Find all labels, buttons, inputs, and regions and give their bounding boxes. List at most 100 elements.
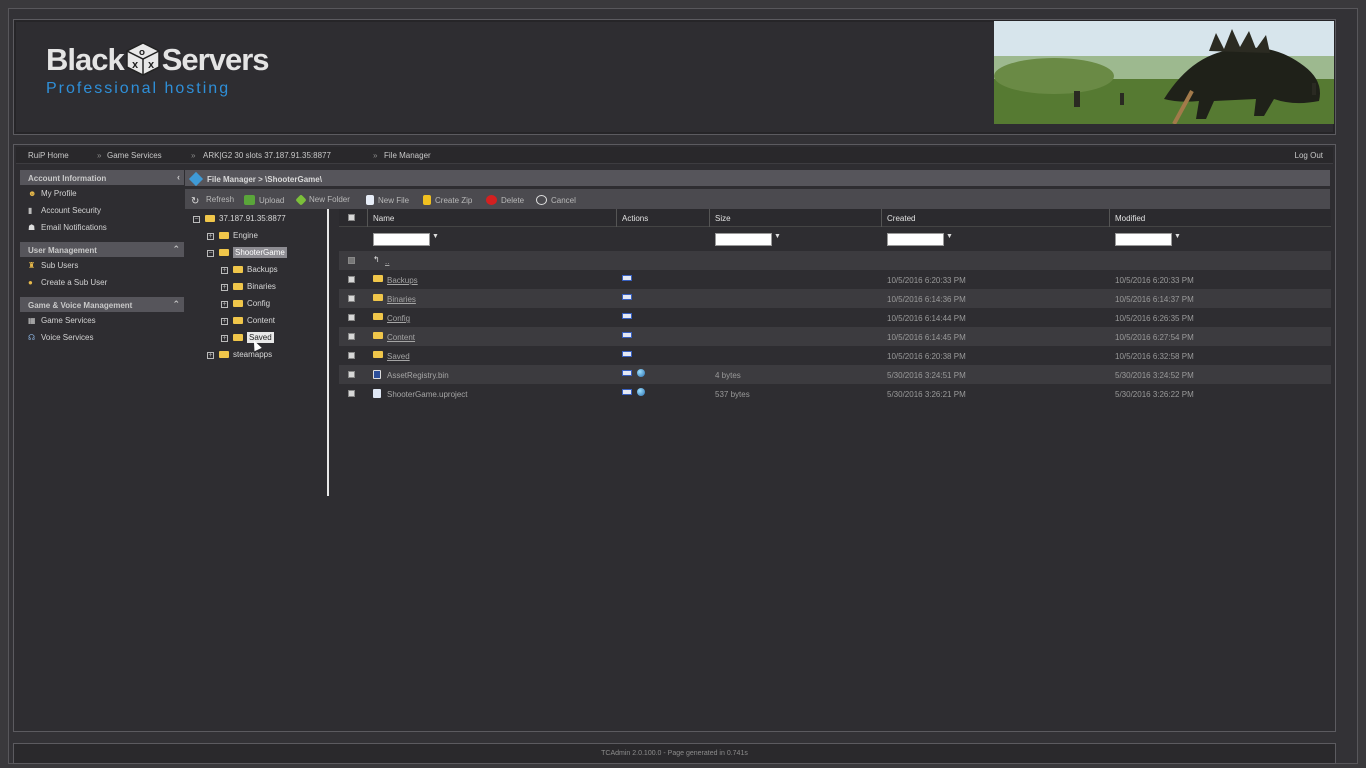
row-checkbox[interactable] [348, 257, 355, 264]
delete-button[interactable]: Delete [486, 195, 524, 205]
tree-node-steamapps[interactable]: + steamapps [207, 350, 272, 359]
collapse-arrow-icon[interactable]: ‹ [177, 172, 180, 182]
file-name-link[interactable]: Saved [387, 352, 410, 361]
sidebar-item-my-profile[interactable]: ☻ My Profile [20, 185, 184, 202]
tree-node-saved[interactable]: + Saved [221, 332, 274, 343]
expand-icon[interactable]: + [207, 233, 214, 240]
sidebar-item-account-security[interactable]: ▮ Account Security [20, 202, 184, 219]
row-checkbox[interactable] [348, 390, 355, 397]
rename-icon[interactable] [622, 313, 632, 319]
filter-dropdown-icon[interactable]: ▼ [774, 233, 781, 240]
breadcrumb-service[interactable]: ARK|G2 30 slots 37.187.91.35:8877 [203, 151, 331, 160]
tree-node-shootergame[interactable]: − ShooterGame [207, 247, 287, 258]
sidebar-item-email-notifications[interactable]: ☗ Email Notifications [20, 219, 184, 236]
collapse-icon[interactable]: − [193, 216, 200, 223]
modified-filter-input[interactable] [1115, 233, 1172, 246]
logo-text-right: Servers [161, 42, 270, 77]
size-filter-input[interactable] [715, 233, 772, 246]
section-game-voice-management[interactable]: Game & Voice Management ⌃ [20, 297, 184, 312]
tree-node-backups[interactable]: + Backups [221, 265, 278, 274]
rename-icon[interactable] [622, 351, 632, 357]
expand-icon[interactable]: + [221, 335, 228, 342]
file-name-link[interactable]: Config [387, 314, 410, 323]
table-row[interactable]: AssetRegistry.bin 4 bytes 5/30/2016 3:24… [339, 365, 1331, 384]
section-user-management[interactable]: User Management ⌃ [20, 242, 184, 257]
tree-node-root[interactable]: −37.187.91.35:8877 [193, 214, 286, 223]
collapse-icon[interactable]: − [207, 250, 214, 257]
expand-icon[interactable]: + [221, 284, 228, 291]
rename-icon[interactable] [622, 294, 632, 300]
table-row[interactable]: Saved 10/5/2016 6:20:38 PM 10/5/2016 6:3… [339, 346, 1331, 365]
row-checkbox[interactable] [348, 314, 355, 321]
select-all-checkbox[interactable] [348, 214, 355, 221]
table-row[interactable]: ShooterGame.uproject 537 bytes 5/30/2016… [339, 384, 1331, 403]
file-manager-icon [188, 171, 204, 187]
expand-icon[interactable]: + [221, 267, 228, 274]
new-file-button[interactable]: New File [366, 195, 409, 205]
column-name[interactable]: Name [373, 214, 394, 223]
rename-icon[interactable] [622, 370, 632, 376]
refresh-button[interactable]: ↻ Refresh [191, 195, 234, 207]
filter-dropdown-icon[interactable]: ▼ [1174, 233, 1181, 240]
file-name-link[interactable]: Content [387, 333, 415, 342]
download-globe-icon[interactable] [637, 369, 645, 377]
created-cell: 10/5/2016 6:20:33 PM [887, 276, 966, 285]
filter-dropdown-icon[interactable]: ▼ [946, 233, 953, 240]
breadcrumb-home[interactable]: RuiP Home [28, 151, 69, 160]
expand-icon[interactable]: + [221, 318, 228, 325]
row-checkbox[interactable] [348, 276, 355, 283]
table-row[interactable]: Binaries 10/5/2016 6:14:36 PM 10/5/2016 … [339, 289, 1331, 308]
expand-icon[interactable]: + [207, 352, 214, 359]
section-account-information[interactable]: Account Information ‹ [20, 170, 184, 185]
download-globe-icon[interactable] [637, 388, 645, 396]
rename-icon[interactable] [622, 275, 632, 281]
tree-node-config[interactable]: + Config [221, 299, 270, 308]
upload-button[interactable]: Upload [244, 195, 284, 205]
created-filter-input[interactable] [887, 233, 944, 246]
rename-icon[interactable] [622, 332, 632, 338]
page-footer: TCAdmin 2.0.100.0 - Page generated in 0.… [13, 743, 1336, 764]
folder-icon [219, 232, 229, 239]
sidebar-item-sub-users[interactable]: ♜ Sub Users [20, 257, 184, 274]
folder-icon [233, 283, 243, 290]
table-row[interactable]: Content 10/5/2016 6:14:45 PM 10/5/2016 6… [339, 327, 1331, 346]
filter-dropdown-icon[interactable]: ▼ [432, 233, 439, 240]
file-name-link[interactable]: AssetRegistry.bin [387, 371, 449, 380]
row-checkbox[interactable] [348, 371, 355, 378]
column-modified[interactable]: Modified [1115, 214, 1145, 223]
tree-node-content[interactable]: + Content [221, 316, 275, 325]
parent-folder-link[interactable]: .. [385, 257, 389, 266]
rename-icon[interactable] [622, 389, 632, 395]
grid-header: Name Actions Size Created Modified [339, 209, 1331, 227]
folder-tree: −37.187.91.35:8877 + Engine − ShooterGame … [185, 209, 329, 496]
tree-node-engine[interactable]: + Engine [207, 231, 258, 240]
collapse-arrow-icon[interactable]: ⌃ [172, 244, 180, 255]
sidebar-item-voice-services[interactable]: ☊ Voice Services [20, 329, 184, 346]
file-name-link[interactable]: ShooterGame.uproject [387, 390, 468, 399]
breadcrumb-file-manager[interactable]: File Manager [384, 151, 431, 160]
name-filter-input[interactable] [373, 233, 430, 246]
modified-cell: 5/30/2016 3:24:52 PM [1115, 371, 1194, 380]
table-row[interactable]: Backups 10/5/2016 6:20:33 PM 10/5/2016 6… [339, 270, 1331, 289]
table-row-parent[interactable]: ↰ .. [339, 251, 1331, 270]
expand-icon[interactable]: + [221, 301, 228, 308]
row-checkbox[interactable] [348, 352, 355, 359]
table-row[interactable]: Config 10/5/2016 6:14:44 PM 10/5/2016 6:… [339, 308, 1331, 327]
size-cell: 4 bytes [715, 371, 741, 380]
cancel-button[interactable]: Cancel [536, 195, 576, 205]
breadcrumb-game-services[interactable]: Game Services [107, 151, 162, 160]
tree-node-binaries[interactable]: + Binaries [221, 282, 276, 291]
new-folder-button[interactable]: New Folder [295, 194, 350, 206]
collapse-arrow-icon[interactable]: ⌃ [172, 299, 180, 310]
logout-link[interactable]: Log Out [1295, 151, 1323, 160]
sidebar-item-game-services[interactable]: ▦ Game Services [20, 312, 184, 329]
file-name-link[interactable]: Backups [387, 276, 418, 285]
row-checkbox[interactable] [348, 333, 355, 340]
file-name-link[interactable]: Binaries [387, 295, 416, 304]
column-created[interactable]: Created [887, 214, 915, 223]
row-checkbox[interactable] [348, 295, 355, 302]
sidebar-item-create-sub-user[interactable]: ● Create a Sub User [20, 274, 184, 291]
site-logo[interactable]: Black O X X Servers [46, 42, 270, 78]
column-size[interactable]: Size [715, 214, 731, 223]
create-zip-button[interactable]: Create Zip [423, 195, 472, 205]
